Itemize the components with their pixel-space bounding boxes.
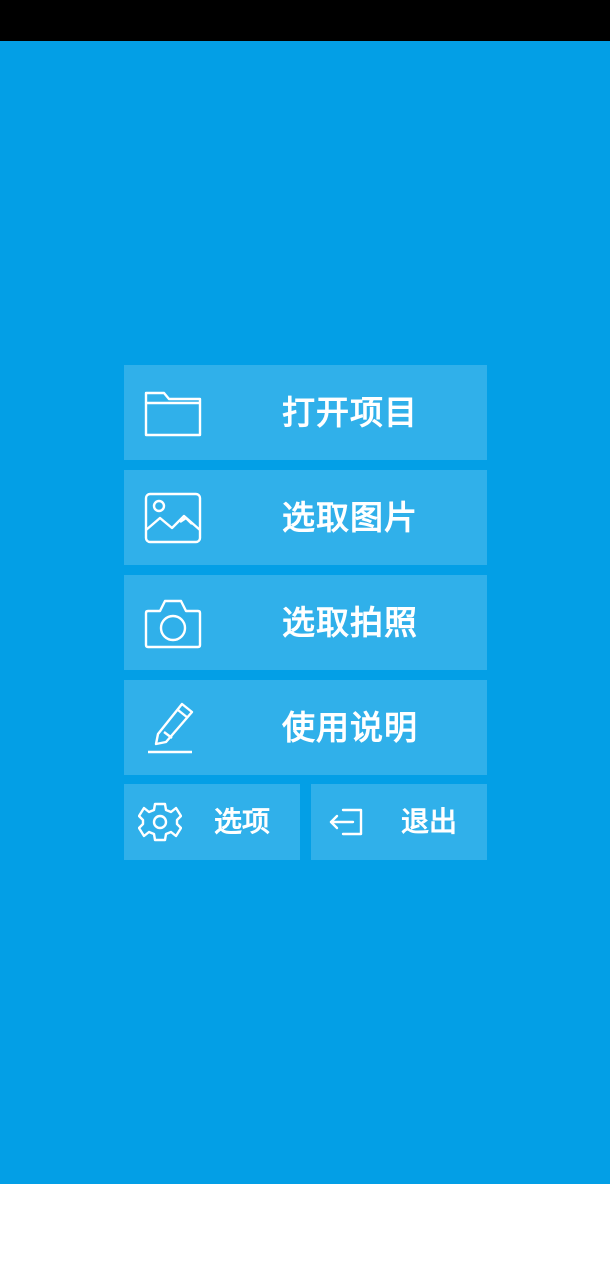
open-project-button[interactable]: 打开项目 [124, 365, 487, 460]
choose-image-button[interactable]: 选取图片 [124, 470, 487, 565]
instructions-button[interactable]: 使用说明 [124, 680, 487, 775]
instructions-label: 使用说明 [282, 708, 418, 747]
exit-button[interactable]: 退出 [311, 784, 487, 860]
folder-icon [144, 387, 202, 439]
status-bar [0, 0, 610, 41]
exit-icon [325, 802, 369, 842]
options-label: 选项 [214, 805, 271, 838]
gear-icon [138, 802, 182, 842]
options-button[interactable]: 选项 [124, 784, 300, 860]
bottom-blank-area [0, 1184, 610, 1280]
pen-icon [144, 702, 202, 754]
exit-label: 退出 [401, 805, 458, 838]
camera-icon [144, 597, 202, 649]
open-project-label: 打开项目 [282, 393, 418, 432]
take-photo-button[interactable]: 选取拍照 [124, 575, 487, 670]
choose-image-label: 选取图片 [282, 498, 418, 537]
take-photo-label: 选取拍照 [282, 603, 418, 642]
image-icon [144, 492, 202, 544]
